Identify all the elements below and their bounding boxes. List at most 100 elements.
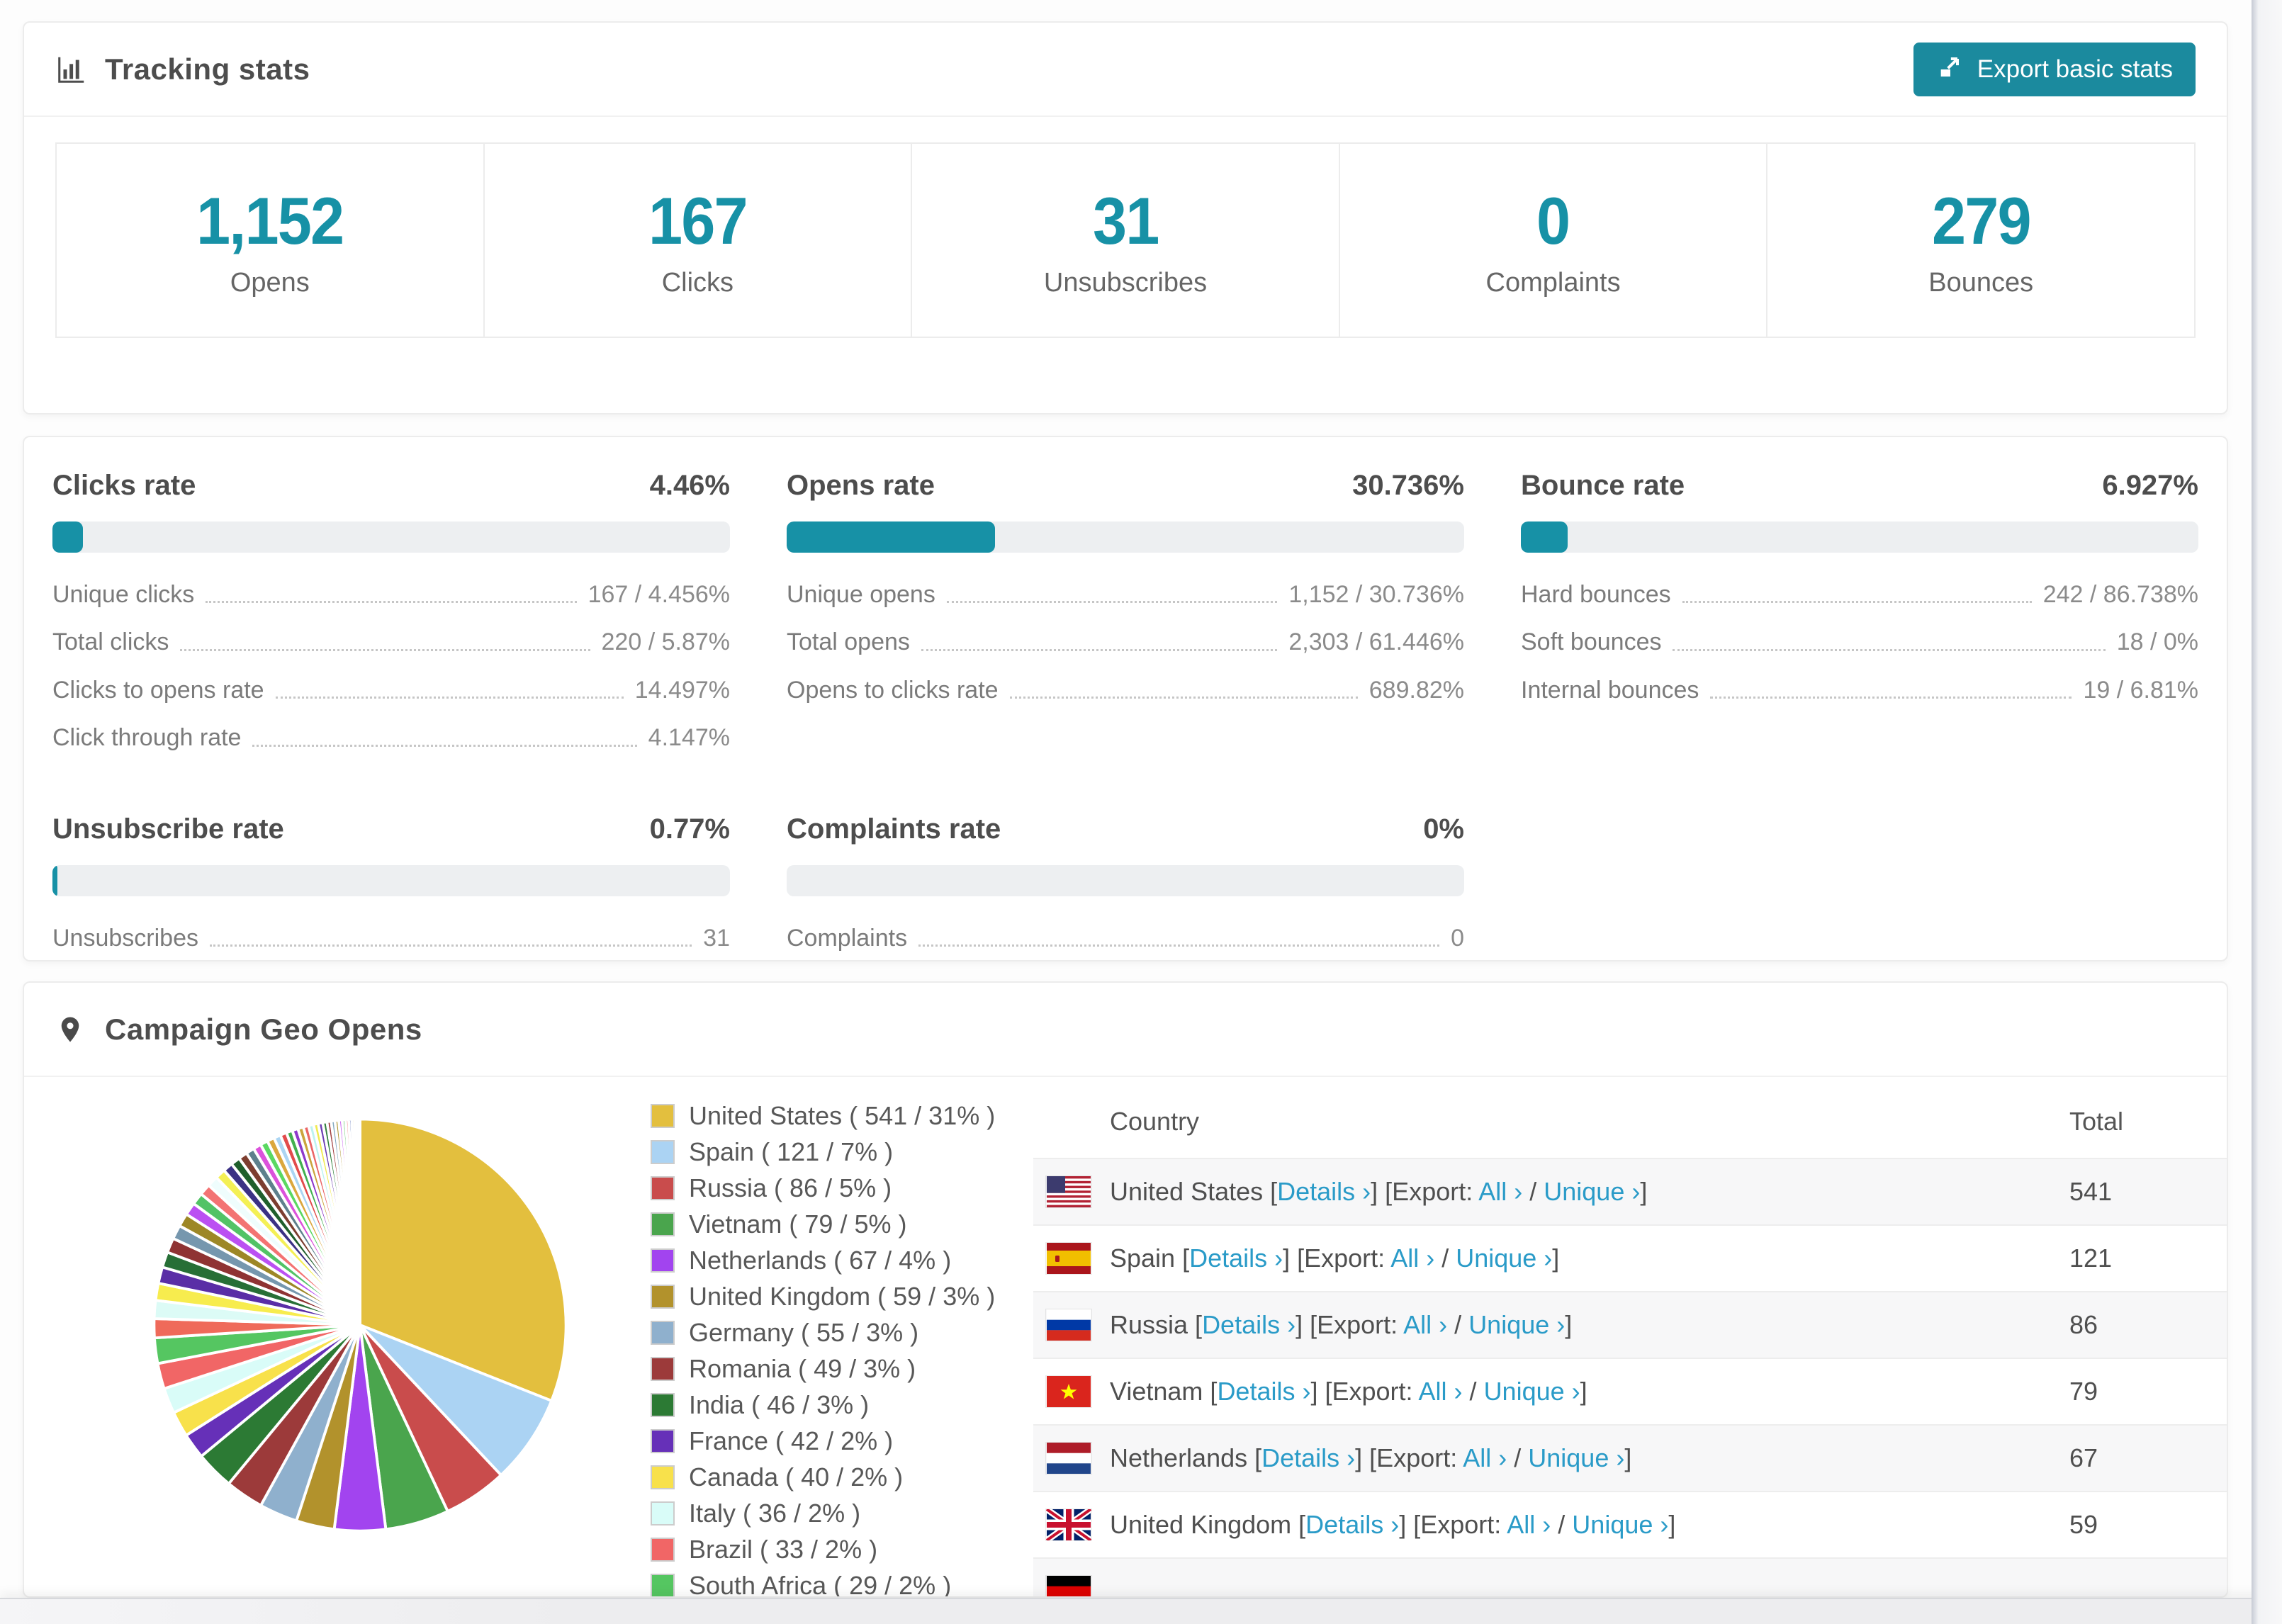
- export-unique-link[interactable]: Unique ›: [1484, 1377, 1580, 1406]
- bracket: [: [1298, 1510, 1306, 1539]
- table-row-spain: Spain [Details ›] [Export: All › / Uniqu…: [1033, 1224, 2227, 1292]
- legend-label: Germany ( 55 / 3% ): [689, 1318, 919, 1347]
- stat-cell-clicks: 167 Clicks: [485, 144, 913, 337]
- country-name: United States: [1110, 1177, 1271, 1206]
- rate-progress-track: [787, 521, 1464, 553]
- rate-row-label: Opens to clicks rate: [787, 676, 999, 704]
- legend-swatch: [651, 1248, 675, 1273]
- export-unique-link[interactable]: Unique ›: [1544, 1177, 1640, 1206]
- slash: /: [1447, 1310, 1469, 1339]
- total-cell: 59: [2069, 1491, 2227, 1558]
- rate-row-value: 4.147%: [648, 724, 730, 752]
- slash: /: [1434, 1244, 1456, 1273]
- export-unique-link[interactable]: Unique ›: [1456, 1244, 1552, 1273]
- export-unique-link[interactable]: Unique ›: [1572, 1510, 1668, 1539]
- stat-label: Opens: [230, 267, 310, 298]
- rate-row-value: 1,152 / 30.736%: [1288, 581, 1464, 608]
- bracket: ] [Export:: [1295, 1310, 1404, 1339]
- flag-cell: [1033, 1358, 1110, 1425]
- bracket: ] [Export:: [1283, 1244, 1391, 1273]
- rate-row-value: 31: [703, 924, 730, 952]
- country-name: Russia: [1110, 1310, 1196, 1339]
- bracket: ] [Export:: [1310, 1377, 1419, 1406]
- country-column-header: Country: [1110, 1107, 1200, 1136]
- rate-title: Bounce rate: [1521, 470, 1685, 501]
- rate-progress-track: [52, 521, 730, 553]
- geo-table-wrap: Country Total United States [Details ›] …: [1033, 1088, 2227, 1596]
- geo-card: Campaign Geo Opens United States ( 541 /…: [23, 981, 2228, 1598]
- bracket: ]: [1565, 1310, 1573, 1339]
- rate-row-value: 14.497%: [634, 676, 730, 704]
- bracket: [: [1182, 1244, 1190, 1273]
- rate-progress-track: [52, 864, 730, 896]
- dotted-leader: [921, 648, 1278, 651]
- country-name: Vietnam: [1110, 1377, 1210, 1406]
- details-link[interactable]: Details ›: [1277, 1177, 1371, 1206]
- dotted-leader: [1673, 648, 2106, 651]
- legend-swatch: [651, 1285, 675, 1309]
- stat-cell-opens: 1,152 Opens: [57, 144, 485, 337]
- page-scrollbar[interactable]: [2252, 0, 2282, 1624]
- legend-item-canada: Canada ( 40 / 2% ): [651, 1462, 1033, 1492]
- flag-cell: [1033, 1491, 1110, 1558]
- country-cell: [1110, 1557, 2069, 1596]
- rate-row: Opens to clicks rate 689.82%: [787, 667, 1464, 714]
- export-all-link[interactable]: All ›: [1403, 1310, 1447, 1339]
- details-link[interactable]: Details ›: [1305, 1510, 1399, 1539]
- stat-label: Unsubscribes: [1043, 267, 1208, 298]
- rate-rows: Complaints 0: [787, 915, 1464, 962]
- total-cell: 67: [2069, 1424, 2227, 1492]
- rate-value: 30.736%: [1352, 470, 1464, 501]
- legend-item-india: India ( 46 / 3% ): [651, 1390, 1033, 1420]
- table-row-vietnam: Vietnam [Details ›] [Export: All › / Uni…: [1033, 1358, 2227, 1425]
- dotted-leader: [206, 601, 577, 604]
- rate-row-value: 220 / 5.87%: [601, 628, 730, 656]
- legend-swatch: [651, 1465, 675, 1489]
- details-link[interactable]: Details ›: [1202, 1310, 1295, 1339]
- legend-item-italy: Italy ( 36 / 2% ): [651, 1499, 1033, 1528]
- bracket: ]: [1668, 1510, 1676, 1539]
- export-all-link[interactable]: All ›: [1419, 1377, 1463, 1406]
- dotted-leader: [946, 601, 1278, 604]
- ru-flag-icon: [1046, 1309, 1091, 1341]
- table-row-de: [1033, 1557, 2227, 1596]
- country-cell: Spain [Details ›] [Export: All › / Uniqu…: [1110, 1224, 2069, 1292]
- export-unique-link[interactable]: Unique ›: [1468, 1310, 1565, 1339]
- flag-column-header: [1033, 1088, 1110, 1158]
- export-all-link[interactable]: All ›: [1463, 1443, 1507, 1472]
- details-link[interactable]: Details ›: [1261, 1443, 1355, 1472]
- legend-label: United States ( 541 / 31% ): [689, 1101, 996, 1130]
- rate-row-value: 2,303 / 61.446%: [1288, 628, 1464, 656]
- rate-row: Unique clicks 167 / 4.456%: [52, 571, 730, 619]
- country-name: Spain: [1110, 1244, 1183, 1273]
- export-unique-link[interactable]: Unique ›: [1528, 1443, 1624, 1472]
- table-row-united-kingdom: United Kingdom [Details ›] [Export: All …: [1033, 1491, 2227, 1558]
- stat-label: Bounces: [1928, 267, 2034, 298]
- table-row-netherlands: Netherlands [Details ›] [Export: All › /…: [1033, 1424, 2227, 1492]
- rate-row: Clicks to opens rate 14.497%: [52, 667, 730, 714]
- dotted-leader: [180, 648, 590, 651]
- rate-head: Opens rate 30.736%: [787, 470, 1464, 502]
- legend-label: India ( 46 / 3% ): [689, 1390, 870, 1419]
- tracking-stats-card: Tracking stats Export basic stats 1,152 O…: [23, 21, 2228, 415]
- rate-row: Complaints 0: [787, 915, 1464, 962]
- legend-label: Brazil ( 33 / 2% ): [689, 1535, 878, 1564]
- rate-value: 0%: [1423, 813, 1464, 845]
- rate-block-opens-rate: Opens rate 30.736% Unique opens 1,152 / 30.…: [787, 470, 1464, 762]
- slash: /: [1462, 1377, 1484, 1406]
- details-link[interactable]: Details ›: [1189, 1244, 1283, 1273]
- map-pin-icon: [55, 1013, 88, 1046]
- details-link[interactable]: Details ›: [1217, 1377, 1310, 1406]
- export-all-link[interactable]: All ›: [1390, 1244, 1434, 1273]
- rate-row: Click through rate 4.147%: [52, 714, 730, 762]
- legend-swatch: [651, 1140, 675, 1164]
- total-cell: 79: [2069, 1358, 2227, 1425]
- nl-flag-icon: [1046, 1443, 1091, 1474]
- rate-head: Unsubscribe rate 0.77%: [52, 813, 730, 845]
- export-all-link[interactable]: All ›: [1478, 1177, 1522, 1206]
- rate-row-value: 689.82%: [1368, 676, 1464, 704]
- export-all-link[interactable]: All ›: [1507, 1510, 1551, 1539]
- legend-item-united-kingdom: United Kingdom ( 59 / 3% ): [651, 1282, 1033, 1312]
- export-basic-stats-button[interactable]: Export basic stats: [1913, 42, 2196, 96]
- es-flag-icon: [1046, 1243, 1091, 1274]
